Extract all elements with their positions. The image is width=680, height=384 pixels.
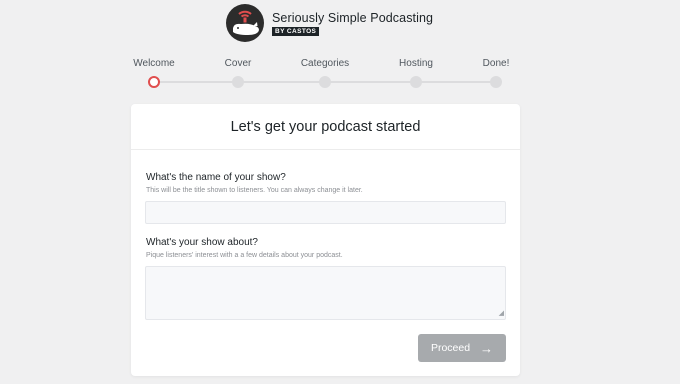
step-dot-welcome bbox=[148, 76, 160, 88]
show-about-help: Pique listeners' interest with a a few d… bbox=[146, 252, 343, 259]
brand-subtitle-badge: BY CASTOS bbox=[272, 26, 320, 36]
card-title: Let's get your podcast started bbox=[230, 118, 421, 135]
brand-title: Seriously Simple Podcasting bbox=[272, 10, 434, 25]
step-label-welcome: Welcome bbox=[133, 58, 175, 69]
step-label-categories: Categories bbox=[300, 58, 350, 69]
setup-card: Let's get your podcast started What's th… bbox=[131, 104, 520, 376]
step-label-cover: Cover bbox=[224, 58, 252, 69]
step-dot-categories bbox=[319, 76, 331, 88]
brand-header: Seriously Simple Podcasting BY CASTOS bbox=[226, 3, 433, 43]
onboarding-steps: Welcome Cover Categories Hosting Done! bbox=[0, 56, 680, 92]
resize-handle-icon[interactable]: ◢ bbox=[499, 309, 504, 317]
proceed-button[interactable]: Proceed → bbox=[418, 334, 506, 362]
step-dot-hosting bbox=[410, 76, 422, 88]
whale-logo-icon bbox=[226, 4, 264, 42]
card-header: Let's get your podcast started bbox=[131, 104, 520, 150]
step-dot-cover bbox=[232, 76, 244, 88]
show-name-help: This will be the title shown to listener… bbox=[146, 187, 363, 194]
show-about-textarea[interactable] bbox=[145, 266, 506, 320]
proceed-label: Proceed bbox=[430, 342, 471, 354]
step-label-done: Done! bbox=[482, 58, 510, 69]
show-name-input[interactable] bbox=[145, 201, 506, 224]
show-name-label: What's the name of your show? bbox=[146, 172, 286, 183]
arrow-right-icon: → bbox=[480, 340, 494, 356]
step-dot-done bbox=[490, 76, 502, 88]
step-label-hosting: Hosting bbox=[399, 58, 433, 69]
show-about-label: What's your show about? bbox=[146, 237, 258, 248]
